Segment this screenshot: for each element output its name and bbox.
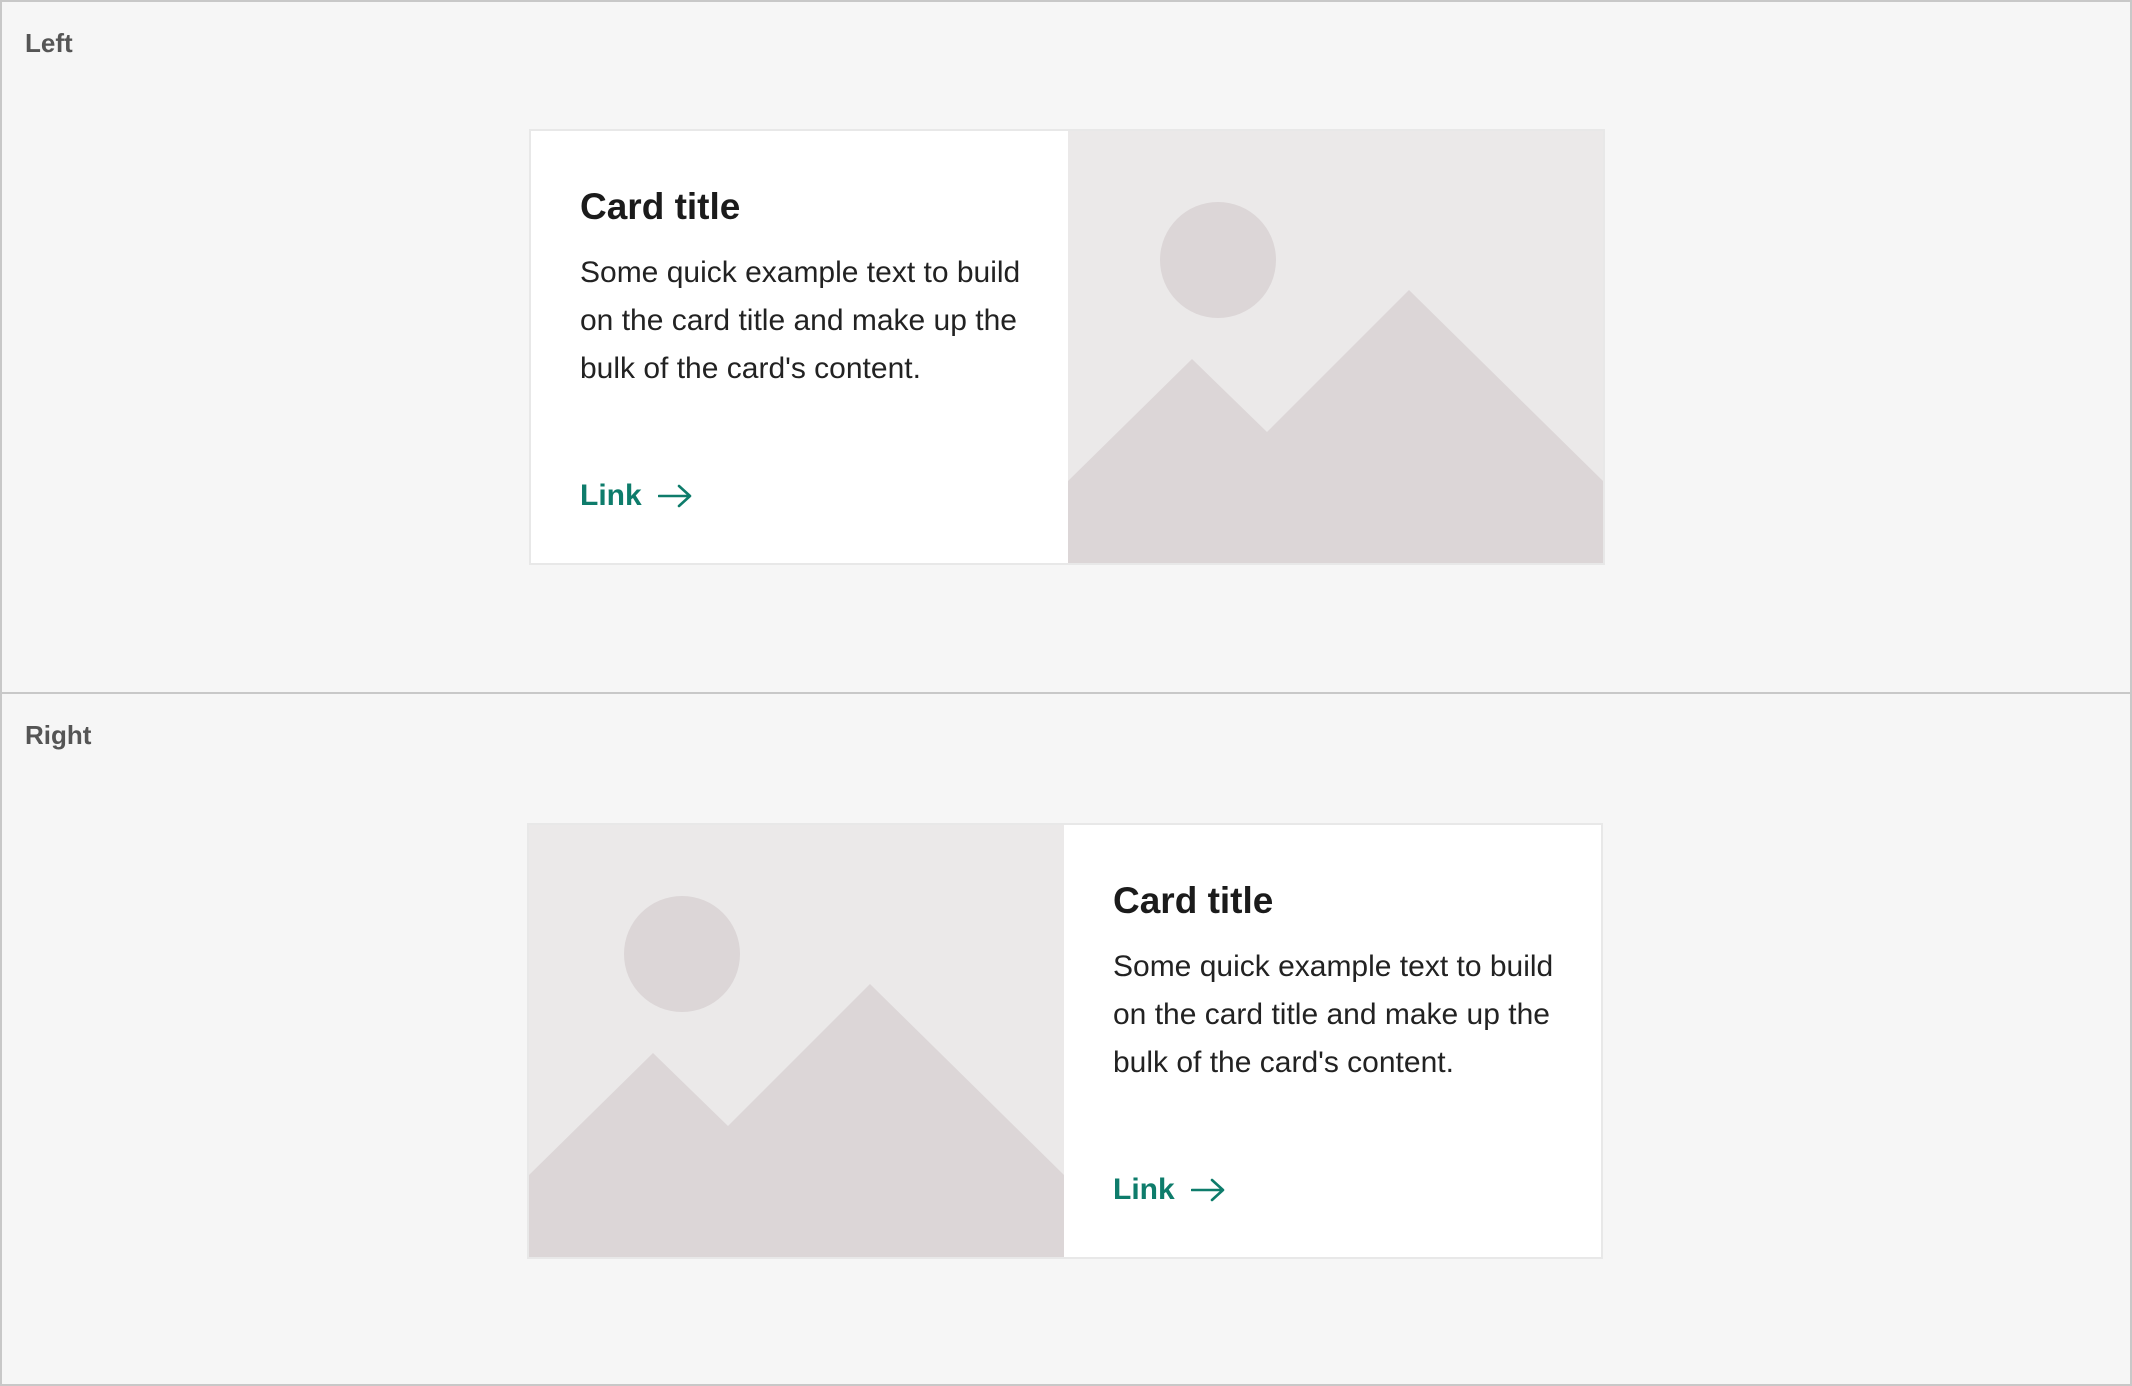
card-title: Card title [580,186,741,227]
card: Card title Some quick example text to bu… [527,823,1603,1259]
card: Card title Some quick example text to bu… [529,129,1605,565]
section-label: Left [25,28,73,58]
card-link-label: Link [1113,1173,1175,1206]
card-link-label: Link [580,479,642,512]
card-link[interactable]: Link [580,479,692,513]
page-frame: Left Card title Some quick example text … [0,0,2132,1386]
card-link[interactable]: Link [1113,1173,1225,1207]
arrow-right-icon [1190,1178,1225,1202]
section-left: Left Card title Some quick example text … [0,0,2132,694]
image-placeholder-icon [1068,131,1603,563]
card-body: Card title Some quick example text to bu… [1064,825,1601,1257]
card-text: Some quick example text to build on the … [580,256,1021,385]
section-right: Right Card title Some quick example text… [0,692,2132,1386]
card-text: Some quick example text to build on the … [1113,950,1554,1079]
card-body: Card title Some quick example text to bu… [531,131,1068,563]
card-title: Card title [1113,880,1274,921]
arrow-right-icon [657,484,692,508]
section-label: Right [25,720,92,750]
image-placeholder-icon [529,825,1064,1257]
